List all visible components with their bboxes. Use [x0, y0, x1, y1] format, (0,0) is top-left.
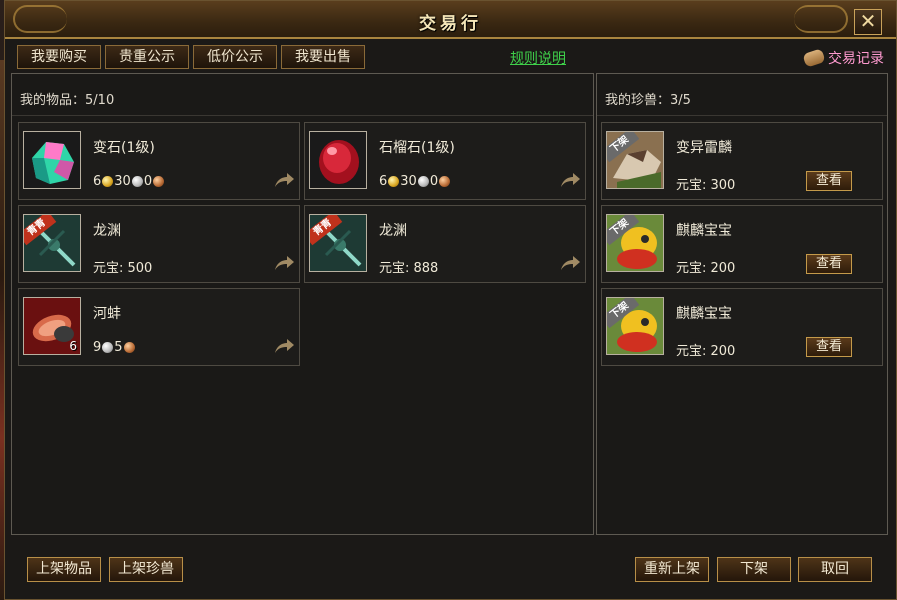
tab-low-price-notice[interactable]: 低价公示: [193, 45, 277, 69]
list-item-button[interactable]: 上架物品: [27, 557, 101, 582]
retrieve-button[interactable]: 取回: [798, 557, 872, 582]
close-icon: ✕: [859, 9, 877, 33]
view-button[interactable]: 查看: [806, 171, 852, 191]
item-name: 石榴石(1级): [379, 140, 455, 156]
copper-amount: 0: [143, 174, 153, 189]
trade-log-label: 交易记录: [828, 51, 884, 67]
gem-icon: [23, 131, 81, 189]
item-name: 变石(1级): [93, 140, 155, 156]
pet-card[interactable]: 下架 变异雷麟 元宝: 300 查看: [601, 122, 883, 200]
my-pets-header: 我的珍兽：3/5: [597, 74, 887, 116]
list-pet-button[interactable]: 上架珍兽: [109, 557, 183, 582]
share-arrow-icon[interactable]: [559, 171, 581, 189]
gold-coin-icon: [388, 176, 400, 187]
delist-button[interactable]: 下架: [717, 557, 791, 582]
pet-card[interactable]: 下架 麒麟宝宝 元宝: 200 查看: [601, 205, 883, 283]
my-items-count: 5/10: [85, 93, 115, 108]
pet-name: 变异雷麟: [676, 140, 732, 156]
item-price: 9 5: [93, 340, 136, 355]
pet-thumbnail: 下架: [606, 131, 664, 189]
view-button[interactable]: 查看: [806, 337, 852, 357]
tab-sell[interactable]: 我要出售: [281, 45, 365, 69]
item-card[interactable]: 青青 龙渊 元宝: 888: [304, 205, 586, 283]
trade-window: 交易行 ✕ 我要购买 贵重公示 低价公示 我要出售 规则说明 交易记录 我的物品…: [4, 0, 897, 600]
clam-icon: 6: [23, 297, 81, 355]
copper-amount: 5: [114, 340, 123, 355]
silver-amount: 30: [114, 174, 131, 189]
pet-name: 麒麟宝宝: [676, 306, 732, 322]
rules-link[interactable]: 规则说明: [510, 48, 566, 68]
silver-coin-icon: [102, 342, 114, 353]
silver-amount: 9: [93, 340, 102, 355]
tab-valuable-notice[interactable]: 贵重公示: [105, 45, 189, 69]
item-card[interactable]: 青青 龙渊 元宝: 500: [18, 205, 300, 283]
my-items-label: 我的物品: [20, 93, 73, 108]
item-name: 河蚌: [93, 306, 121, 322]
item-price: 6 30 0: [93, 174, 165, 189]
pet-name: 麒麟宝宝: [676, 223, 732, 239]
copper-amount: 0: [429, 174, 439, 189]
view-button[interactable]: 查看: [806, 254, 852, 274]
item-card[interactable]: 石榴石(1级) 6 30 0: [304, 122, 586, 200]
window-title: 交易行: [419, 14, 482, 34]
item-name: 龙渊: [93, 223, 121, 239]
copper-coin-icon: [123, 342, 135, 353]
silver-coin-icon: [131, 176, 143, 187]
my-items-panel: 我的物品：5/10 变石(1级) 6 30 0 石榴石(1级) 6 30 0 青…: [11, 73, 594, 535]
tab-buy[interactable]: 我要购买: [17, 45, 101, 69]
silver-coin-icon: [417, 176, 429, 187]
title-bar: 交易行 ✕: [5, 1, 896, 39]
my-pets-label: 我的珍兽: [605, 93, 658, 108]
trade-log-button[interactable]: 交易记录: [802, 45, 884, 71]
copper-coin-icon: [153, 176, 165, 187]
item-price: 6 30 0: [379, 174, 451, 189]
pet-thumbnail: 下架: [606, 297, 664, 355]
relist-button[interactable]: 重新上架: [635, 557, 709, 582]
item-card[interactable]: 6 河蚌 9 5: [18, 288, 300, 366]
item-name: 龙渊: [379, 223, 407, 239]
my-items-header: 我的物品：5/10: [12, 74, 593, 116]
pet-card[interactable]: 下架 麒麟宝宝 元宝: 200 查看: [601, 288, 883, 366]
ruby-icon: [309, 131, 367, 189]
item-card[interactable]: 变石(1级) 6 30 0: [18, 122, 300, 200]
gold-coin-icon: [102, 176, 114, 187]
pet-thumbnail: 下架: [606, 214, 664, 272]
close-button[interactable]: ✕: [854, 9, 882, 35]
share-arrow-icon[interactable]: [273, 337, 295, 355]
silver-amount: 30: [400, 174, 417, 189]
share-arrow-icon[interactable]: [273, 254, 295, 272]
pet-price: 元宝: 200: [676, 261, 736, 276]
gold-amount: 6: [93, 174, 102, 189]
scroll-icon: [802, 47, 826, 69]
pet-price: 元宝: 300: [676, 178, 736, 193]
copper-coin-icon: [439, 176, 451, 187]
my-pets-panel: 我的珍兽：3/5 下架 变异雷麟 元宝: 300 查看 下架 麒麟宝宝 元宝: …: [596, 73, 888, 535]
item-price: 元宝: 888: [379, 261, 439, 276]
pet-price: 元宝: 200: [676, 344, 736, 359]
sword-icon: 青青: [23, 214, 81, 272]
share-arrow-icon[interactable]: [559, 254, 581, 272]
gold-amount: 6: [379, 174, 388, 189]
item-price: 元宝: 500: [93, 261, 153, 276]
item-count: 6: [69, 339, 77, 353]
share-arrow-icon[interactable]: [273, 171, 295, 189]
my-pets-count: 3/5: [670, 93, 691, 108]
sword-icon: 青青: [309, 214, 367, 272]
